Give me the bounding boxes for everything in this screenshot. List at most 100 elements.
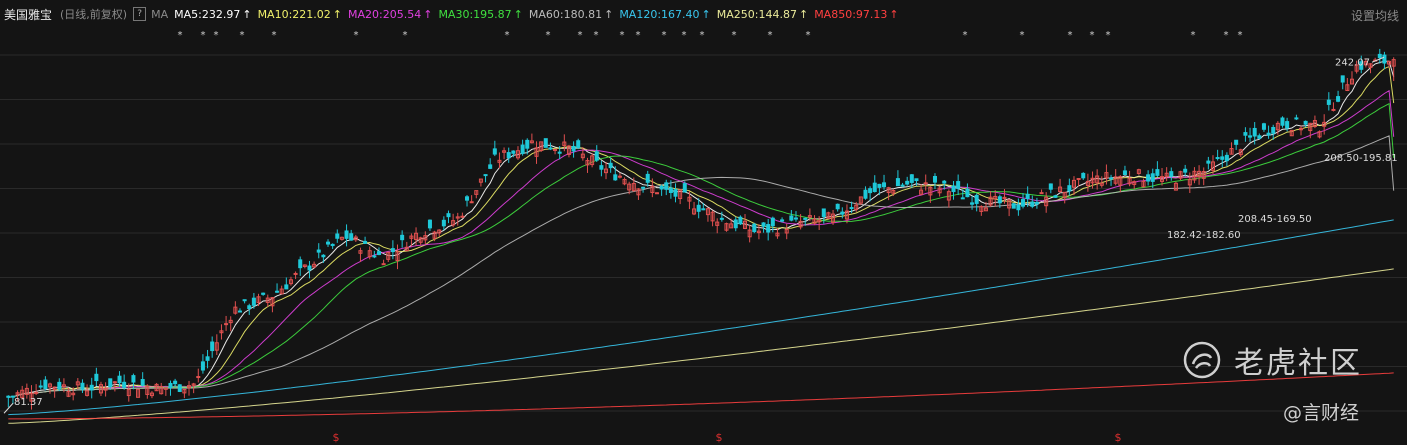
- event-marker-icon: *: [636, 30, 641, 41]
- candle-body: [1220, 156, 1225, 160]
- candle-body: [1377, 53, 1382, 59]
- candle-body: [344, 230, 349, 239]
- candle-body: [900, 184, 905, 187]
- candle-body: [719, 217, 724, 220]
- candle-body: [766, 224, 771, 233]
- candle-body: [668, 187, 673, 193]
- candle-body: [492, 148, 497, 155]
- candle-body: [390, 248, 395, 253]
- candle-body: [1150, 173, 1155, 182]
- candle-body: [576, 140, 581, 149]
- watermark-brand: 老虎社区: [1234, 346, 1362, 381]
- candle-body: [131, 375, 136, 383]
- event-marker-icon: *: [354, 30, 359, 41]
- event-marker-icon: *: [1191, 30, 1196, 41]
- candle-body: [553, 149, 558, 152]
- candle-body: [543, 138, 548, 148]
- candle-body: [594, 151, 599, 161]
- candle-body: [117, 375, 122, 384]
- candle-body: [923, 182, 928, 185]
- candle-body: [872, 182, 877, 193]
- candle-body: [970, 202, 975, 205]
- candle-body: [1067, 185, 1072, 192]
- candle-body: [1248, 135, 1253, 138]
- event-marker-icon: *: [1106, 30, 1111, 41]
- candle-body: [196, 376, 201, 379]
- candle-body: [1243, 132, 1248, 136]
- candle-body: [349, 233, 354, 241]
- candle-body: [1081, 172, 1086, 179]
- candle-body: [247, 305, 252, 309]
- candle-body: [909, 174, 914, 183]
- candle-body: [1294, 117, 1299, 120]
- candle-body: [108, 378, 113, 388]
- candle-body: [1155, 169, 1160, 176]
- candle-body: [251, 297, 256, 306]
- low-price-label: 81.37: [14, 397, 43, 408]
- candle-body: [696, 204, 701, 212]
- candle-body: [376, 251, 381, 255]
- event-marker-icon: *: [403, 30, 408, 41]
- candle-body: [835, 203, 840, 210]
- candle-body: [1303, 120, 1308, 125]
- event-marker-icon: *: [1020, 30, 1025, 41]
- candle-body: [381, 263, 386, 266]
- candle-body: [483, 174, 488, 177]
- candle-body: [1252, 127, 1257, 137]
- candle-body: [868, 188, 873, 194]
- candle-body: [1169, 171, 1174, 177]
- candle-body: [840, 211, 845, 215]
- candle-body: [177, 384, 182, 392]
- event-marker-icon: *: [505, 30, 510, 41]
- candle-body: [298, 259, 303, 269]
- event-marker-icon: *: [201, 30, 206, 41]
- candle-body: [80, 382, 85, 390]
- candle-body: [752, 223, 757, 233]
- candle-body: [599, 165, 604, 170]
- candle-body: [1257, 135, 1262, 139]
- candle-body: [1048, 183, 1053, 190]
- candle-body: [460, 215, 465, 218]
- event-marker-icon: *: [578, 30, 583, 41]
- candle-body: [6, 395, 11, 398]
- high-price-label: 242.07: [1335, 57, 1370, 68]
- candle-body: [738, 216, 743, 225]
- candle-body: [608, 162, 613, 169]
- candle-body: [914, 178, 919, 182]
- dividend-marker: $: [333, 431, 340, 444]
- candle-body: [511, 150, 516, 154]
- candle-body: [1076, 178, 1081, 181]
- candle-body: [205, 356, 210, 361]
- tiger-logo-icon: [1183, 341, 1221, 379]
- event-marker-icon: *: [682, 30, 687, 41]
- candle-body: [654, 192, 659, 195]
- candle-body: [1261, 123, 1266, 130]
- candle-body: [1034, 202, 1039, 205]
- candle-body: [43, 379, 48, 390]
- event-marker-icon: *: [178, 30, 183, 41]
- candle-body: [863, 189, 868, 199]
- range-label-1: 208.50-195.81: [1324, 153, 1398, 164]
- event-marker-icon: *: [620, 30, 625, 41]
- candle-body: [224, 323, 229, 326]
- candle-body: [613, 174, 618, 181]
- candle-body: [446, 213, 451, 218]
- candle-body: [200, 361, 205, 371]
- candle-body: [557, 151, 562, 154]
- event-marker-icon: *: [1090, 30, 1095, 41]
- event-marker-icon: *: [240, 30, 245, 41]
- candle-body: [1183, 168, 1188, 173]
- event-marker-icon: *: [546, 30, 551, 41]
- event-marker-icon: *: [768, 30, 773, 41]
- candle-body: [293, 272, 298, 275]
- event-marker-icon: *: [806, 30, 811, 41]
- candle-body: [1030, 201, 1035, 207]
- candle-body: [701, 208, 706, 211]
- candle-body: [770, 217, 775, 227]
- candle-body: [307, 265, 312, 271]
- event-marker-icon: *: [272, 30, 277, 41]
- candle-body: [168, 382, 173, 389]
- stock-chart-panel: 美国雅宝 (日线,前复权) ? MA MA5:232.97 ↑ MA10:221.0…: [0, 0, 1407, 445]
- candle-body: [960, 197, 965, 200]
- candle-body: [803, 217, 808, 220]
